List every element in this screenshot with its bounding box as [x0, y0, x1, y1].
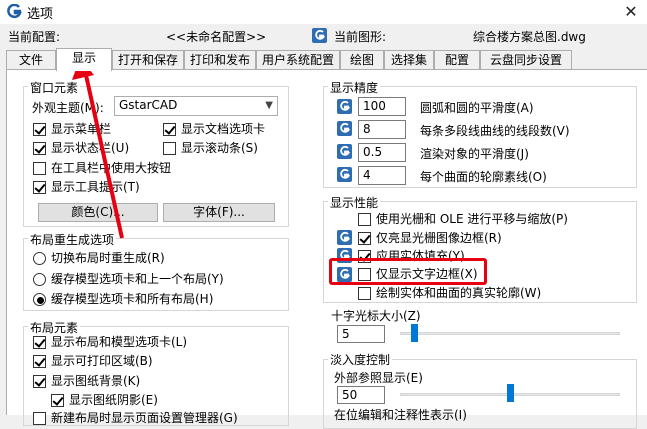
- show-tooltips-label: 显示工具提示(T): [51, 180, 140, 194]
- crosshair-slider-thumb[interactable]: [410, 324, 418, 342]
- tab-strip: 文件 显示 打开和保存 打印和发布 用户系统配置 绘图 选择集 配置 云盘同步设…: [6, 48, 647, 71]
- highlight-raster-frame-label: 仅亮显光栅图像边框(R): [376, 231, 502, 245]
- checkbox-box[interactable]: [51, 394, 64, 407]
- current-config-label: 当前配置:: [8, 30, 61, 44]
- tab-plot-publish[interactable]: 打印和发布: [184, 50, 256, 70]
- tab-open-save[interactable]: 打开和保存: [112, 50, 184, 70]
- drawing-setting-icon: [337, 99, 352, 114]
- large-buttons-label: 在工具栏中使用大按钮: [51, 161, 172, 175]
- show-paper-shadow-label: 显示图纸阴影(E): [69, 393, 158, 407]
- cache-all-layouts-label: 缓存模型选项卡和所有布局(H): [51, 292, 214, 306]
- tab-file[interactable]: 文件: [6, 50, 56, 70]
- checkbox-box[interactable]: [33, 336, 46, 349]
- xref-fade-slider-thumb[interactable]: [506, 384, 514, 402]
- drawing-file-icon: [312, 28, 327, 43]
- show-menubar-label: 显示菜单栏: [51, 122, 112, 136]
- checkbox-box[interactable]: [33, 412, 46, 425]
- xref-display-label: 外部参照显示(E): [334, 371, 423, 385]
- checkbox-box[interactable]: [163, 142, 176, 155]
- close-icon[interactable]: ✕: [615, 0, 647, 24]
- show-page-setup-label: 新建布局时显示页面设置管理器(G): [51, 411, 238, 425]
- show-printable-area-label: 显示可打印区域(B): [51, 354, 153, 368]
- drawing-setting-icon: [337, 121, 352, 136]
- arc-smoothness-label: 圆弧和圆的平滑度(A): [420, 101, 534, 115]
- crosshair-slider-track[interactable]: [400, 332, 620, 335]
- show-scrollbars-label: 显示滚动条(S): [181, 141, 258, 155]
- checkbox-box[interactable]: [358, 213, 371, 226]
- crosshair-size-label: 十字光标大小(Z): [331, 309, 421, 323]
- checkbox-box[interactable]: [33, 375, 46, 388]
- checkbox-box[interactable]: [33, 162, 46, 175]
- xref-display-input[interactable]: 50: [337, 386, 385, 404]
- highlight-box: [329, 258, 487, 285]
- polyline-segments-label: 每条多段线曲线的线段数(V): [420, 124, 570, 138]
- radio-circle[interactable]: [33, 252, 46, 265]
- crosshair-size-input[interactable]: 5: [337, 325, 385, 343]
- display-performance-title: 显示性能: [328, 194, 381, 211]
- checkbox-box[interactable]: [163, 123, 176, 136]
- checkbox-box[interactable]: [33, 142, 46, 155]
- tab-selection[interactable]: 选择集: [384, 50, 434, 70]
- checkbox-box[interactable]: [33, 123, 46, 136]
- drawing-setting-icon: [337, 230, 352, 245]
- contour-lines-label: 每个曲面的轮廓素线(O): [420, 170, 547, 184]
- window-title: 选项: [27, 7, 54, 22]
- polyline-segments-input[interactable]: 8: [358, 120, 406, 139]
- show-paper-background-label: 显示图纸背景(K): [51, 374, 141, 388]
- current-config-value: <<未命名配置>>: [166, 30, 267, 44]
- checkbox-box[interactable]: [33, 355, 46, 368]
- tab-cloud-sync[interactable]: 云盘同步设置: [480, 50, 572, 70]
- radio-circle[interactable]: [33, 293, 46, 306]
- show-layout-tabs-label: 显示布局和模型选项卡(L): [51, 335, 188, 349]
- checkbox-box[interactable]: [358, 232, 371, 245]
- radio-circle[interactable]: [33, 273, 46, 286]
- true-silhouettes-label: 绘制实体和曲面的真实轮廓(W): [376, 286, 542, 300]
- raster-ole-pan-label: 使用光栅和 OLE 进行平移与缩放(P): [376, 212, 568, 226]
- show-doc-tabs-label: 显示文档选项卡: [181, 122, 266, 136]
- render-smoothness-label: 渲染对象的平滑度(J): [420, 147, 529, 161]
- tab-display[interactable]: 显示: [56, 48, 112, 71]
- cache-last-layout-label: 缓存模型选项卡和上一个布局(Y): [51, 272, 224, 286]
- drawing-setting-icon: [337, 167, 352, 182]
- contour-lines-input[interactable]: 4: [358, 166, 406, 185]
- theme-select-value: GstarCAD: [119, 98, 178, 112]
- regen-on-switch-label: 切换布局时重生成(R): [51, 251, 165, 265]
- show-statusbar-label: 显示状态栏(U): [51, 141, 130, 155]
- current-drawing-label: 当前图形:: [334, 30, 387, 44]
- checkbox-box[interactable]: [358, 287, 371, 300]
- arc-smoothness-input[interactable]: 100: [358, 97, 406, 116]
- display-precision-title: 显示精度: [328, 79, 381, 96]
- colors-button[interactable]: 颜色(C)...: [38, 203, 158, 222]
- theme-select[interactable]: GstarCAD ▼: [114, 96, 278, 116]
- title-bar: 选项 ✕: [0, 0, 647, 24]
- render-smoothness-input[interactable]: 0.5: [358, 143, 406, 162]
- window-elements-title: 窗口元素: [28, 79, 81, 96]
- fonts-button[interactable]: 字体(F)...: [163, 203, 275, 222]
- checkbox-box[interactable]: [33, 181, 46, 194]
- tab-user-preferences[interactable]: 用户系统配置: [256, 50, 340, 70]
- gstarcad-logo-icon: [7, 4, 22, 19]
- fade-control-title: 淡入度控制: [328, 351, 393, 368]
- tab-drafting[interactable]: 绘图: [340, 50, 384, 70]
- chevron-down-icon: ▼: [265, 100, 273, 111]
- current-drawing-value: 综合楼方案总图.dwg: [473, 30, 586, 44]
- tab-profiles[interactable]: 配置: [434, 50, 480, 70]
- layout-regen-title: 布局重生成选项: [28, 231, 117, 248]
- drawing-setting-icon: [337, 144, 352, 159]
- theme-label: 外观主题(M):: [32, 101, 104, 115]
